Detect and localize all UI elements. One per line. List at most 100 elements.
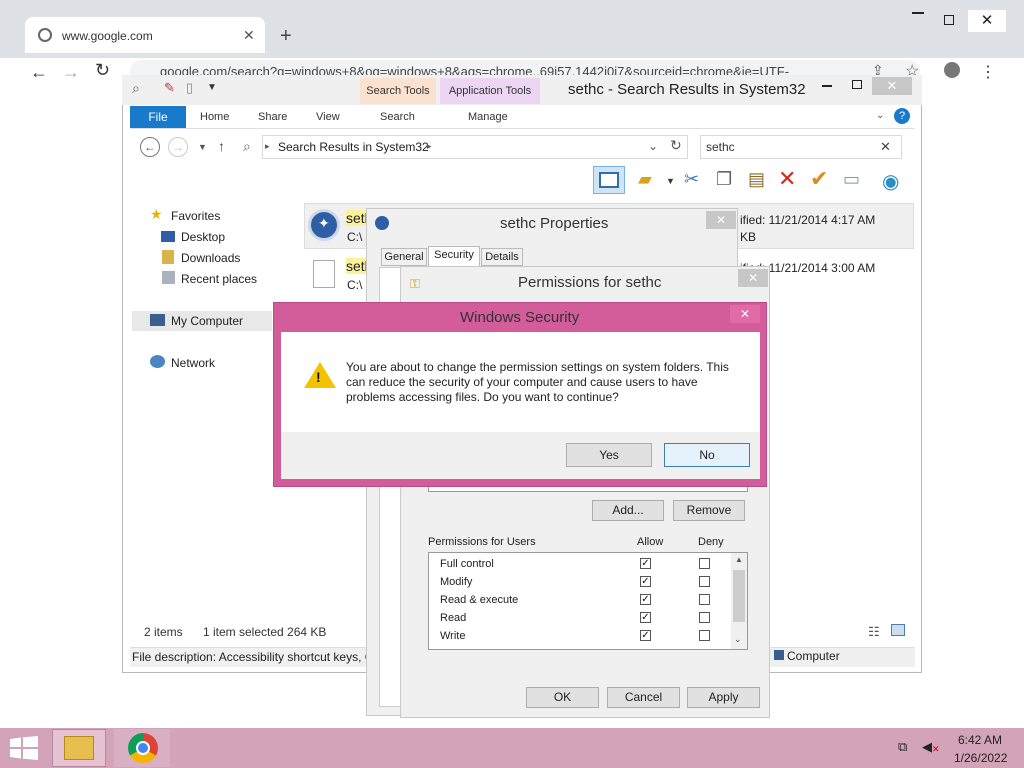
computer-icon [774,650,784,660]
tab-home[interactable]: Home [200,111,229,123]
checkmark-icon[interactable]: ✔ [810,166,828,192]
nav-recent-places[interactable]: Recent places [181,272,257,286]
clock-date[interactable]: 1/26/2022 [954,751,1007,765]
preview-pane-icon [599,172,619,188]
tab-view[interactable]: View [316,111,340,123]
tab-file[interactable]: File [130,106,186,128]
nav-favorites[interactable]: Favorites [171,209,220,223]
details-location: Computer [787,649,840,663]
forward-arrow-icon[interactable]: → [62,62,80,83]
scroll-down-icon[interactable]: ⌄ [734,634,742,645]
menu-icon[interactable]: ⋮ [980,62,996,82]
new-tab-button[interactable]: + [280,25,292,48]
permissions-header: Permissions for Users [428,536,536,548]
nav-downloads[interactable]: Downloads [181,251,240,265]
network-icon [150,355,165,368]
windows-start-icon[interactable] [10,736,38,760]
close-icon[interactable]: ✕ [968,10,1006,32]
tab-manage[interactable]: Manage [468,111,508,123]
help-icon[interactable]: ? [894,108,910,124]
rename-icon[interactable]: ▭ [843,169,860,190]
tab-details[interactable]: Details [481,248,523,266]
cancel-button[interactable]: Cancel [607,687,680,708]
profile-icon[interactable] [944,62,960,78]
tab-search[interactable]: Search [380,111,415,123]
copy-icon[interactable]: ❐ [716,169,732,190]
forward-button[interactable]: → [168,137,188,157]
tab-close-icon[interactable]: ✕ [243,27,255,44]
minimize-icon[interactable] [822,85,832,87]
tab-security[interactable]: Security [428,246,480,268]
back-arrow-icon[interactable]: ← [30,62,48,83]
volume-muted-icon[interactable]: ◀ [922,739,932,755]
back-button[interactable]: ← [140,137,160,157]
downloads-icon [162,250,174,264]
close-icon[interactable]: ✕ [738,269,768,287]
clear-search-icon[interactable]: ✕ [880,139,891,155]
up-arrow-icon[interactable]: ↑ [218,138,225,154]
maximize-icon[interactable] [944,15,954,25]
recent-places-icon [162,271,175,284]
search-icon: ⌕ [132,80,140,96]
cut-icon[interactable]: ✂ [684,169,699,190]
close-icon[interactable]: ✕ [872,77,912,95]
add-button[interactable]: Add... [592,500,664,521]
ok-button[interactable]: OK [526,687,599,708]
details-view-icon[interactable]: ☷ [868,624,880,640]
chevron-right-icon[interactable]: ▸ [427,141,432,152]
remove-button[interactable]: Remove [673,500,745,521]
search-value[interactable]: sethc [706,140,735,154]
globe-icon[interactable]: ◉ [882,169,899,194]
allow-checkbox[interactable]: ✓ [640,576,651,587]
scrollbar-thumb[interactable] [733,570,745,622]
folder-icon[interactable]: ▰ [638,169,652,190]
muted-x-icon: ✕ [932,744,940,754]
deny-checkbox[interactable] [699,594,710,605]
status-selected: 1 item selected 264 KB [203,625,327,639]
tab-general[interactable]: General [381,248,427,266]
allow-checkbox[interactable]: ✓ [640,558,651,569]
nav-network[interactable]: Network [171,356,215,370]
deny-checkbox[interactable] [699,630,710,641]
allow-checkbox[interactable]: ✓ [640,630,651,641]
address-text[interactable]: Search Results in System32 [278,140,429,154]
expand-ribbon-icon[interactable]: ⌄ [876,110,884,121]
apply-button[interactable]: Apply [687,687,760,708]
desktop-icon [161,231,175,242]
tab-share[interactable]: Share [258,111,287,123]
allow-checkbox[interactable]: ✓ [640,594,651,605]
computer-icon [150,314,165,326]
address-dropdown-icon[interactable]: ⌄ [648,139,658,153]
maximize-icon[interactable] [852,80,862,89]
allow-checkbox[interactable]: ✓ [640,612,651,623]
nav-desktop[interactable]: Desktop [181,230,225,244]
network-icon[interactable]: ⧉ [898,739,907,755]
close-icon[interactable]: ✕ [730,305,760,323]
thumbnail-view-icon[interactable] [891,624,905,636]
scroll-up-icon[interactable]: ▲ [735,555,743,564]
permission-name: Write [440,630,466,642]
properties-icon[interactable]: ✎ [164,80,175,96]
paste-icon[interactable]: ▤ [748,169,765,190]
minimize-icon[interactable] [912,12,924,14]
refresh-icon[interactable]: ↻ [670,137,682,154]
star-icon: ★ [150,206,163,222]
dropdown-icon[interactable]: ▼ [666,176,675,186]
deny-checkbox[interactable] [699,612,710,623]
properties-title: sethc Properties [500,215,609,232]
nav-my-computer[interactable]: My Computer [171,314,243,328]
deny-checkbox[interactable] [699,576,710,587]
recent-locations-icon[interactable]: ▼ [198,142,207,152]
deny-checkbox[interactable] [699,558,710,569]
reload-icon[interactable]: ↻ [95,60,110,81]
yes-button[interactable]: Yes [566,443,652,467]
explorer-title: sethc - Search Results in System32 [568,81,806,98]
accessibility-icon [375,216,389,230]
no-button[interactable]: No [664,443,750,467]
close-icon[interactable]: ✕ [706,211,736,229]
new-folder-icon[interactable]: ▯ [186,80,193,96]
clock-time[interactable]: 6:42 AM [958,733,1002,747]
delete-icon[interactable]: ✕ [778,166,796,192]
permission-name: Read & execute [440,594,519,606]
quick-access-dropdown-icon[interactable]: ▼ [207,82,217,93]
